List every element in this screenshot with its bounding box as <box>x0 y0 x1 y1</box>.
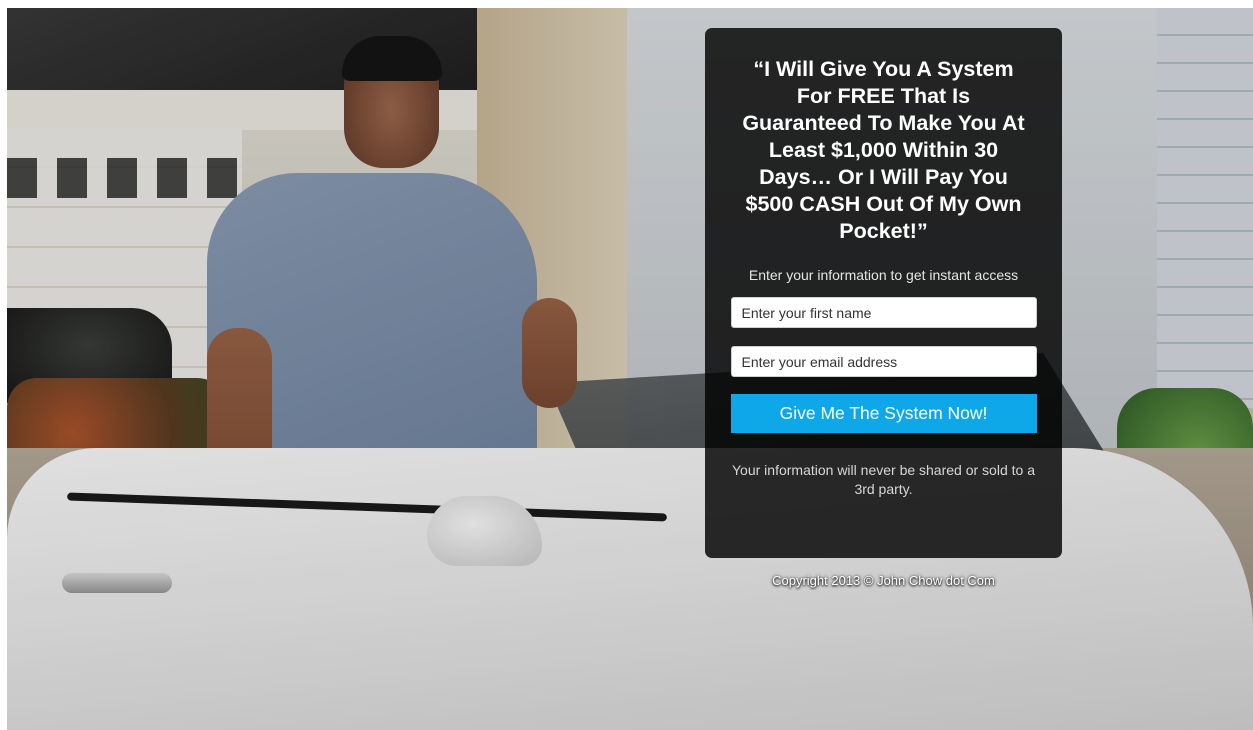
hero-background-photo <box>7 8 1253 730</box>
submit-button[interactable]: Give Me The System Now! <box>730 394 1037 433</box>
privacy-notice: Your information will never be shared or… <box>732 462 1035 497</box>
optin-panel: “I Will Give You A System For FREE That … <box>705 28 1062 558</box>
email-field[interactable] <box>730 346 1037 377</box>
headline: “I Will Give You A System For FREE That … <box>742 57 1025 243</box>
optin-subtext: Enter your information to get instant ac… <box>748 267 1019 283</box>
copyright-text: Copyright 2013 © John Chow dot Com <box>772 573 995 588</box>
photo-shade-overlay <box>7 8 1253 730</box>
first-name-field[interactable] <box>730 297 1037 328</box>
